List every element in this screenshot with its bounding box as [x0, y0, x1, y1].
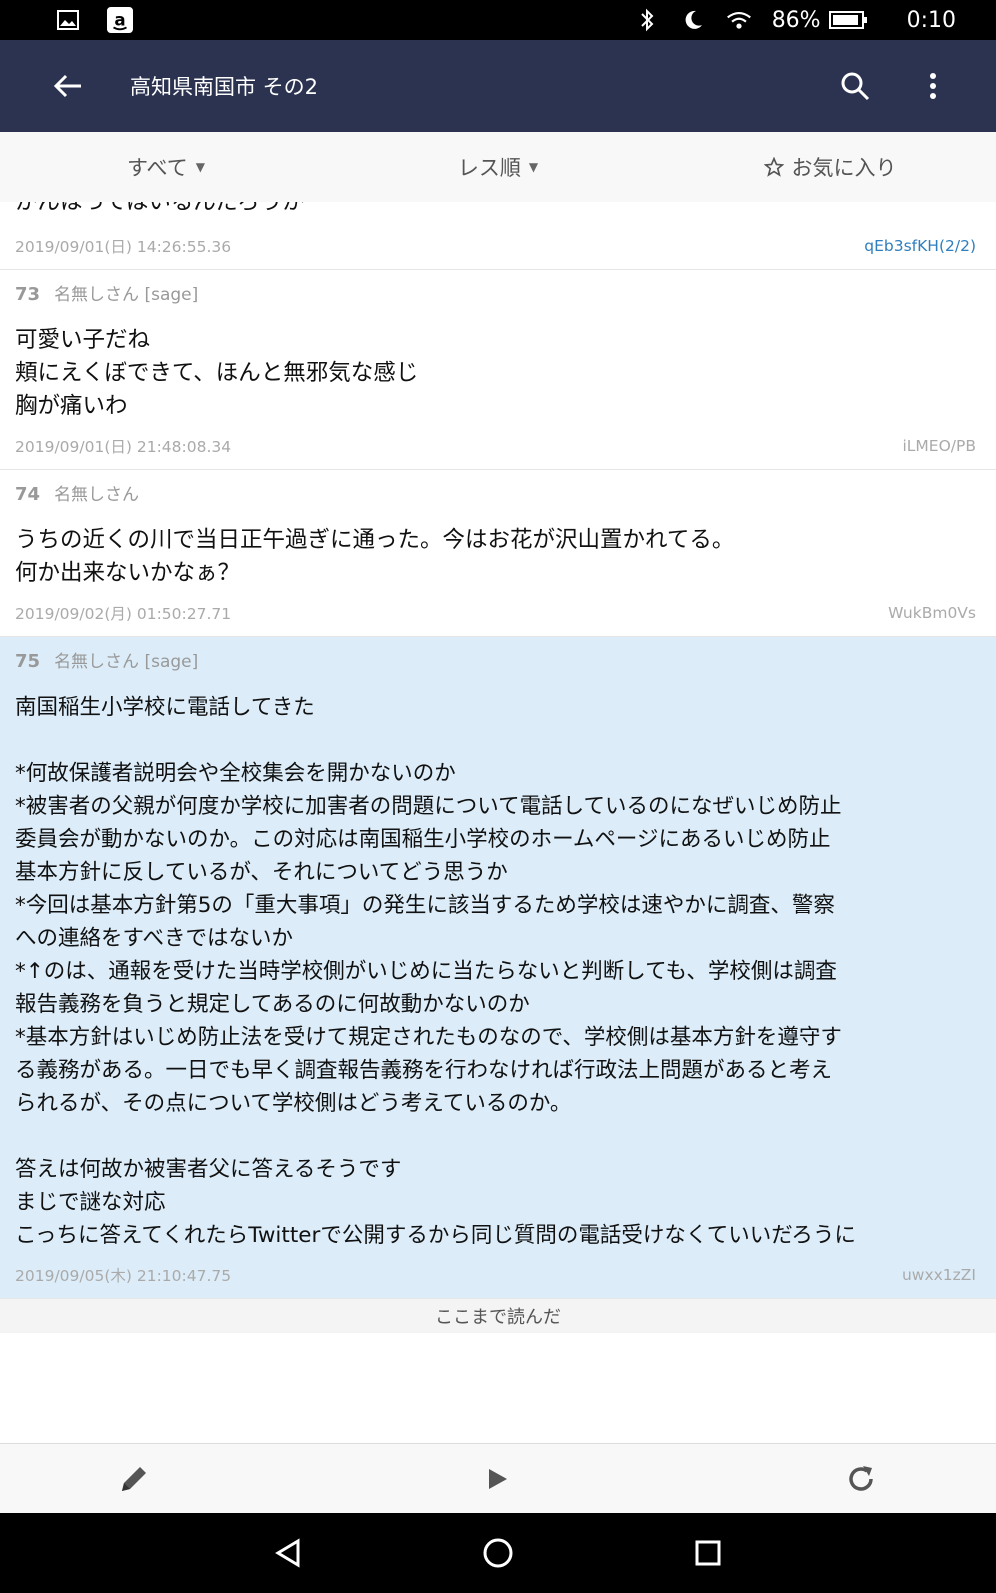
post-id[interactable]: uwxx1zZI [902, 1266, 976, 1284]
refresh-button[interactable] [831, 1449, 891, 1509]
post-footer: 2019/09/02(月) 01:50:27.71 WukBm0Vs [15, 590, 976, 636]
post-date: 2019/09/01(日) 14:26:55.36 [15, 238, 232, 256]
circle-home-icon [483, 1538, 513, 1568]
battery: 86% [772, 8, 869, 33]
status-bar: a 86% 0:10 [0, 0, 996, 40]
post-footer: 2019/09/01(日) 14:26:55.36 qEb3sfKH(2/2) [15, 223, 976, 269]
app-actions [825, 56, 963, 116]
star-outline-icon [763, 157, 784, 177]
post-73[interactable]: 73 名無しさん [sage] 可愛い子だね 頬にえくぼできて、ほんと無邪気な感… [0, 270, 996, 470]
bottom-toolbar [0, 1443, 996, 1513]
bluetooth-icon [634, 7, 660, 33]
post-id[interactable]: qEb3sfKH(2/2) [864, 237, 976, 255]
filter-bar: すべて ▼ レス順 ▼ お気に入り [0, 132, 996, 203]
post-body: 可愛い子だね 頬にえくぼできて、ほんと無邪気な感じ 胸が痛いわ [15, 327, 419, 419]
post-date: 2019/09/05(木) 21:10:47.75 [15, 1267, 232, 1285]
post-id[interactable]: iLMEO/PB [902, 437, 976, 455]
post-header: 75 名無しさん [sage] [15, 637, 976, 681]
read-marker: ここまで読んだ [0, 1299, 996, 1333]
post-author: 名無しさん [sage] [54, 285, 199, 305]
thread-title: 高知県南国市 その2 [130, 75, 319, 99]
caret-down-icon: ▼ [195, 160, 205, 174]
wifi-icon [726, 7, 752, 33]
post-body: 南国稲生小学校に電話してきた *何故保護者説明会や全校集会を開かないのか *被害… [15, 695, 856, 1248]
battery-percent: 86% [771, 7, 821, 33]
moon-icon [680, 7, 706, 33]
sort-order-dropdown[interactable]: レス順 ▼ [332, 152, 664, 182]
app-bar: 高知県南国市 その2 [0, 40, 996, 132]
write-post-button[interactable] [104, 1449, 164, 1509]
image-icon [55, 7, 81, 33]
post-id[interactable]: WukBm0Vs [888, 604, 976, 622]
post-footer: 2019/09/01(日) 21:48:08.34 iLMEO/PB [15, 423, 976, 469]
play-icon [488, 1468, 507, 1489]
pencil-icon [122, 1466, 146, 1491]
post-body: うちの近くの川で当日正午過ぎに通った。今はお花が沢山置かれてる。 何か出来ないか… [15, 527, 735, 586]
caret-down-icon: ▼ [528, 160, 539, 174]
search-icon [841, 72, 870, 101]
post-body: かんはってはいるんだろうか [15, 202, 305, 215]
clock: 0:10 [906, 7, 956, 33]
favorites-label: お気に入り [791, 156, 897, 180]
post-date: 2019/09/02(月) 01:50:27.71 [15, 605, 232, 623]
system-nav-bar [0, 1513, 996, 1593]
filter-all-dropdown[interactable]: すべて ▼ [0, 152, 332, 182]
amazon-icon: a [107, 7, 133, 33]
nav-recents-button[interactable] [678, 1523, 738, 1583]
triangle-back-icon [275, 1538, 300, 1568]
post-date: 2019/09/01(日) 21:48:08.34 [15, 438, 232, 456]
status-left: a [55, 7, 133, 33]
svg-text:a: a [114, 10, 125, 30]
post-74[interactable]: 74 名無しさん うちの近くの川で当日正午過ぎに通った。今はお花が沢山置かれてる… [0, 470, 996, 637]
arrow-left-icon [53, 74, 81, 98]
post-footer: 2019/09/05(木) 21:10:47.75 uwxx1zZI [15, 1252, 976, 1298]
post-partial[interactable]: かんはってはいるんだろうか 2019/09/01(日) 14:26:55.36 … [0, 202, 996, 270]
post-header: 74 名無しさん [15, 470, 976, 514]
nav-home-button[interactable] [468, 1523, 528, 1583]
play-button[interactable] [468, 1449, 528, 1509]
sort-order-label: レス順 [457, 156, 521, 180]
more-vert-icon [930, 73, 936, 99]
post-number[interactable]: 73 [15, 284, 40, 305]
post-author: 名無しさん [sage] [54, 652, 199, 672]
favorites-filter[interactable]: お気に入り [664, 152, 996, 182]
square-recents-icon [695, 1540, 721, 1566]
filter-all-label: すべて [127, 156, 188, 180]
status-right: 86% 0:10 [634, 7, 956, 33]
post-list[interactable]: かんはってはいるんだろうか 2019/09/01(日) 14:26:55.36 … [0, 202, 996, 1442]
post-75[interactable]: 75 名無しさん [sage] 南国稲生小学校に電話してきた *何故保護者説明会… [0, 637, 996, 1299]
battery-icon [828, 11, 867, 29]
post-number[interactable]: 75 [15, 651, 40, 672]
refresh-icon [849, 1465, 873, 1491]
post-number[interactable]: 74 [15, 484, 40, 505]
back-button[interactable] [33, 51, 103, 121]
post-header: 73 名無しさん [sage] [15, 270, 976, 314]
nav-back-button[interactable] [258, 1523, 318, 1583]
post-author: 名無しさん [54, 485, 140, 505]
more-options-button[interactable] [903, 56, 963, 116]
search-button[interactable] [825, 56, 885, 116]
